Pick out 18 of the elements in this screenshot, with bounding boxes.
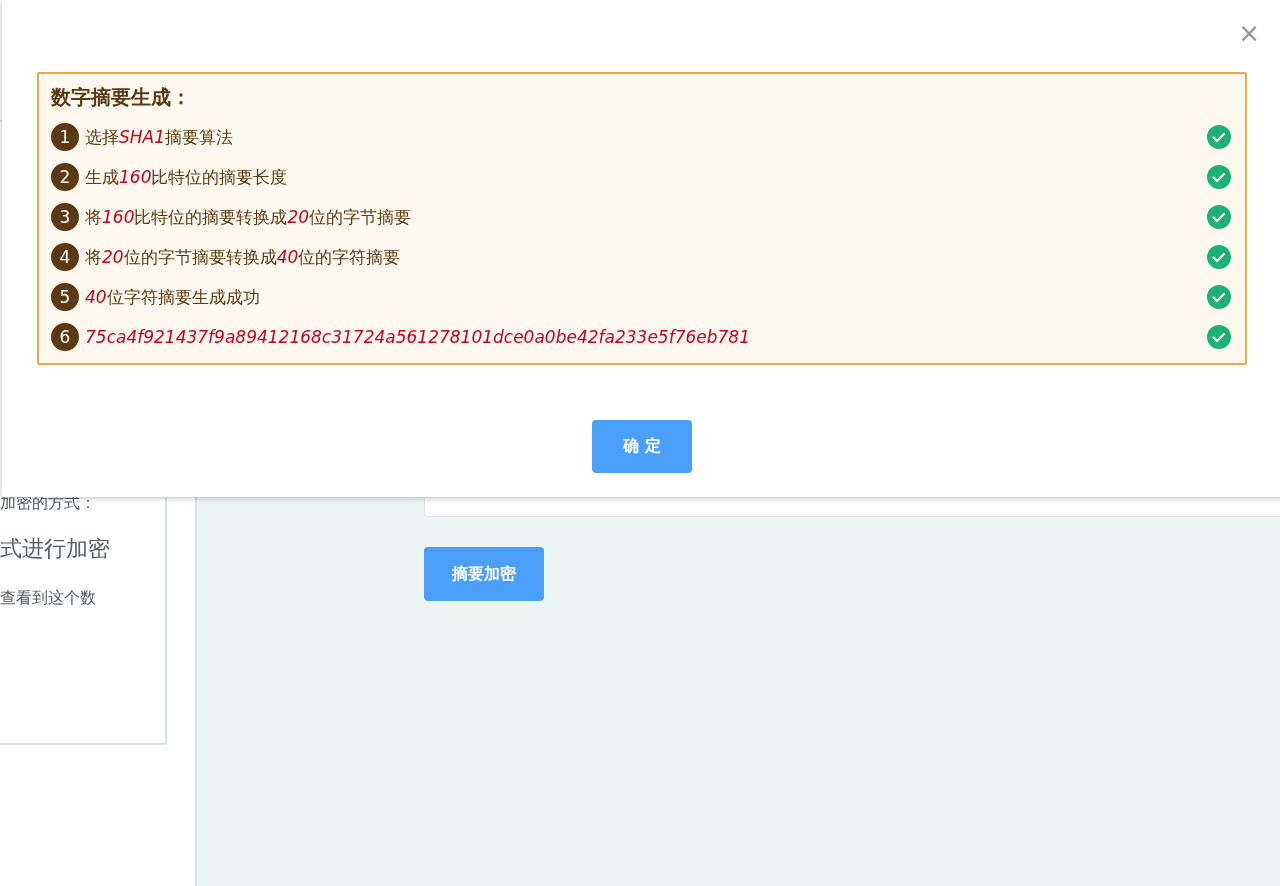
step-number: 2 xyxy=(51,163,79,191)
step-text: 生成160比特位的摘要长度 xyxy=(85,165,289,189)
step-number: 4 xyxy=(51,243,79,271)
step-text: 将160比特位的摘要转换成20位的字节摘要 xyxy=(85,205,413,229)
digest-encrypt-button[interactable]: 摘要加密 xyxy=(424,547,544,601)
confirm-button[interactable]: 确 定 xyxy=(592,420,692,473)
panel-title: 数字摘要生成： xyxy=(51,84,192,111)
step-text: 选择SHA1摘要算法 xyxy=(85,125,235,149)
side-text: 查看到这个数 xyxy=(0,587,97,610)
step-number: 1 xyxy=(51,123,79,151)
step-number: 3 xyxy=(51,203,79,231)
step-text: 75ca4f921437f9a89412168c31724a561278101dce0a0be42fa233e5f76eb781 xyxy=(85,327,751,347)
side-text: 式进行加密 xyxy=(0,535,111,564)
step-text: 40位字符摘要生成成功 xyxy=(85,285,261,309)
step-number: 5 xyxy=(51,283,79,311)
step-text: 将20位的字节摘要转换成40位的字符摘要 xyxy=(85,245,402,269)
step-number: 6 xyxy=(51,323,79,351)
close-button[interactable]: × xyxy=(1236,20,1262,46)
